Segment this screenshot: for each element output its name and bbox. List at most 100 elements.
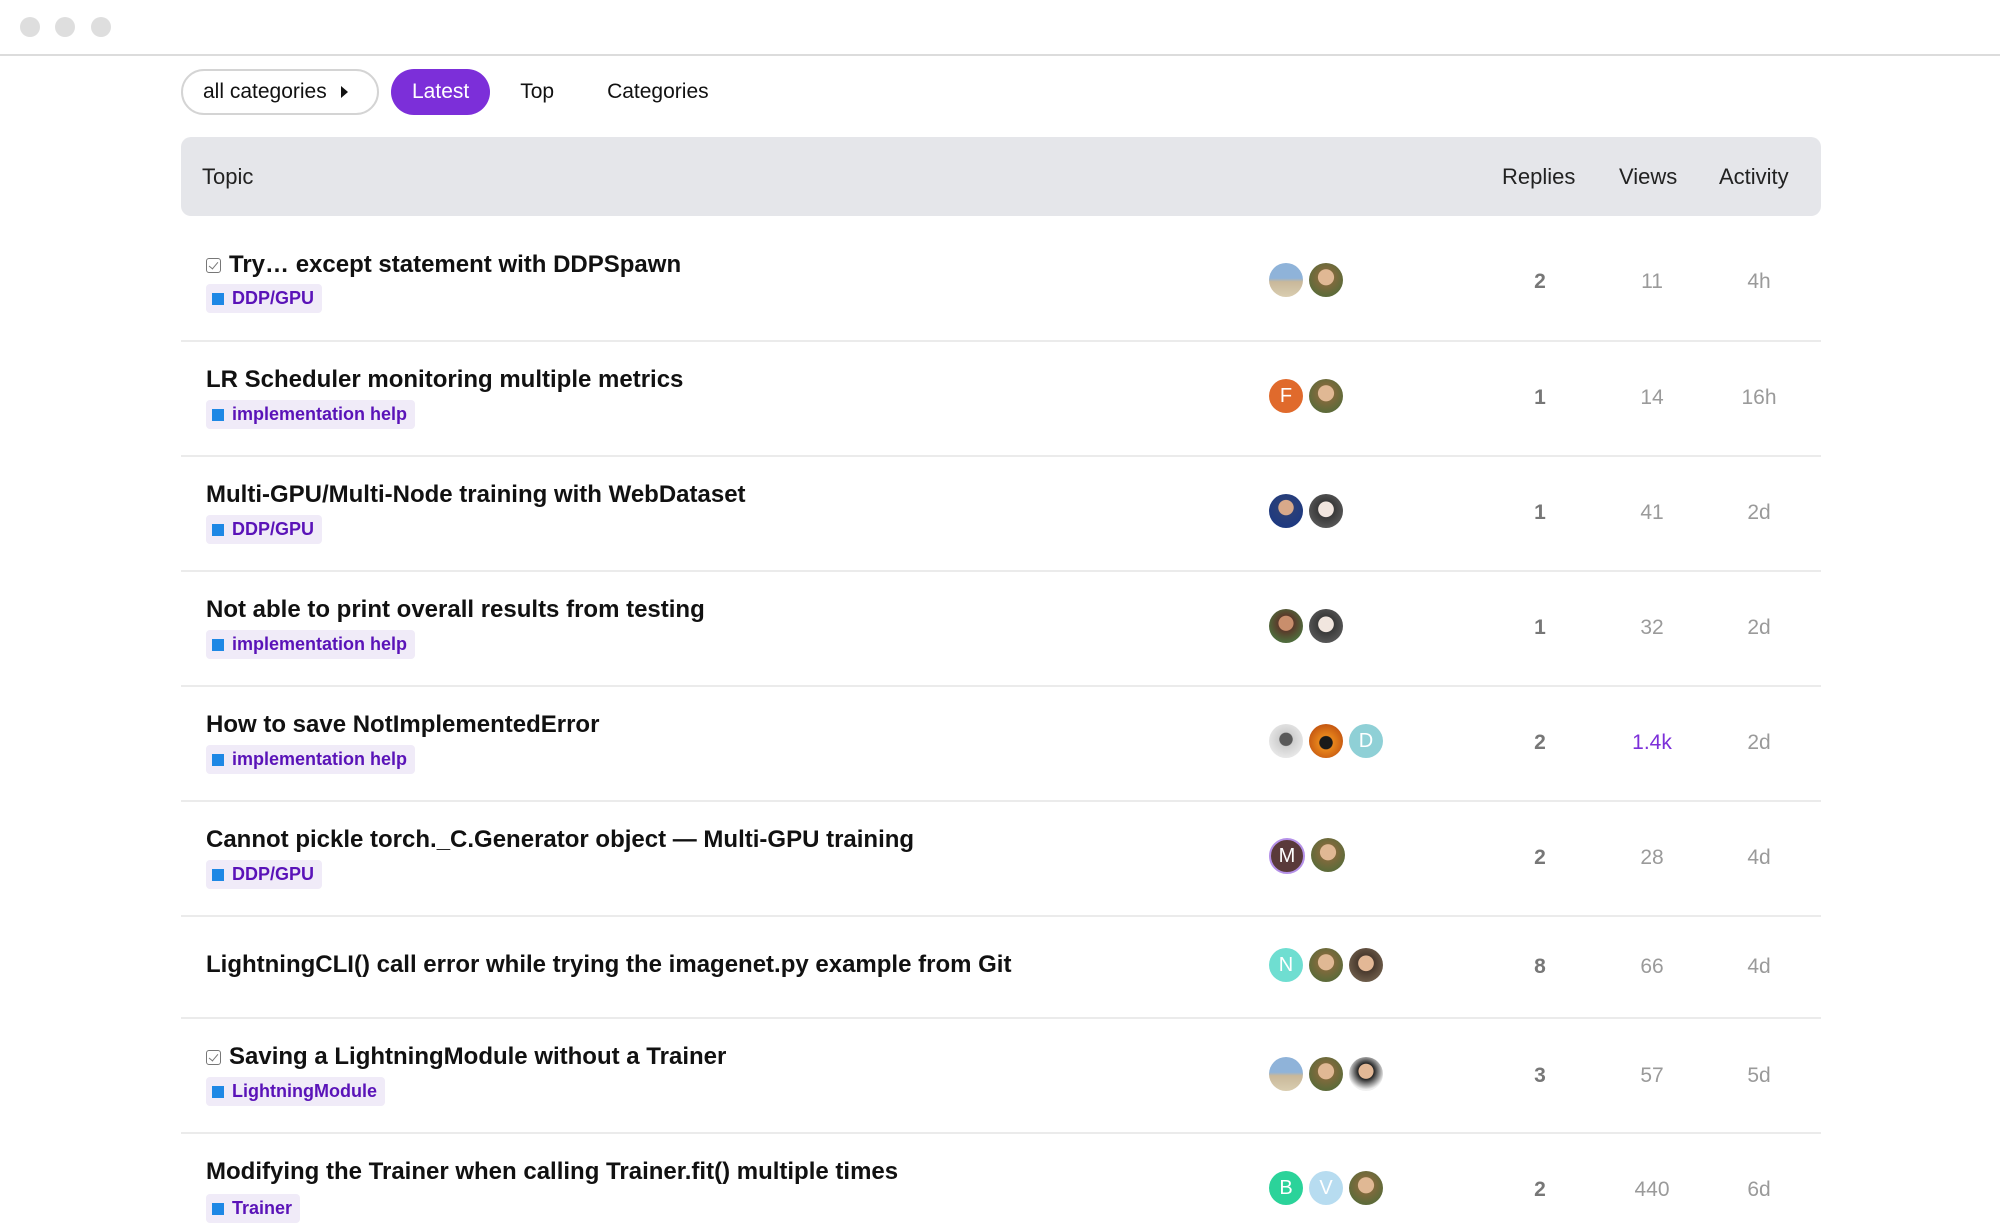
category-badge[interactable]: DDP/GPU <box>206 284 323 313</box>
avatar[interactable] <box>1349 1057 1383 1091</box>
views-count: 14 <box>1640 386 1664 409</box>
poster-avatars: N <box>1269 948 1389 982</box>
header-activity[interactable]: Activity <box>1719 137 1789 216</box>
activity-time[interactable]: 6d <box>1719 1178 1799 1202</box>
tab-categories[interactable]: Categories <box>607 69 709 115</box>
avatar[interactable] <box>1309 1057 1343 1091</box>
avatar[interactable] <box>1309 379 1343 413</box>
activity-time[interactable]: 16h <box>1719 386 1799 410</box>
header-topic[interactable]: Topic <box>202 137 253 216</box>
category-name: DDP/GPU <box>232 519 315 539</box>
avatar-letter: B <box>1279 1176 1293 1199</box>
topic-row: Saving a LightningModule without a Train… <box>181 1019 1821 1134</box>
category-filter-dropdown[interactable]: all categories <box>181 69 379 115</box>
category-square-icon <box>212 1085 224 1098</box>
topic-title-link[interactable]: LR Scheduler monitoring multiple metrics <box>206 366 683 394</box>
avatar-letter: D <box>1358 729 1374 752</box>
views-count: 28 <box>1640 846 1664 869</box>
category-name: implementation help <box>232 749 408 769</box>
header-replies[interactable]: Replies <box>1502 137 1575 216</box>
replies-count: 2 <box>1534 270 1546 293</box>
avatar[interactable] <box>1309 948 1343 982</box>
topic-title: Cannot pickle torch._C.Generator object … <box>206 826 915 853</box>
avatar[interactable] <box>1269 263 1303 297</box>
poster-avatars: D <box>1269 724 1389 758</box>
poster-avatars <box>1269 609 1349 643</box>
activity-time[interactable]: 4d <box>1719 955 1799 979</box>
category-name: Trainer <box>232 1198 293 1218</box>
category-name: implementation help <box>232 404 408 424</box>
category-badge[interactable]: DDP/GPU <box>206 515 323 544</box>
poster-avatars <box>1269 1057 1389 1091</box>
topic-title-link[interactable]: Not able to print overall results from t… <box>206 596 705 624</box>
avatar[interactable]: V <box>1309 1171 1343 1205</box>
views-count: 57 <box>1640 1064 1664 1087</box>
close-window-button[interactable] <box>20 17 40 37</box>
avatar[interactable]: F <box>1269 379 1303 413</box>
header-views[interactable]: Views <box>1619 137 1677 216</box>
category-badge[interactable]: implementation help <box>206 745 416 774</box>
category-badge[interactable]: Trainer <box>206 1194 301 1223</box>
poster-avatars: M <box>1269 838 1351 874</box>
maximize-window-button[interactable] <box>91 17 111 37</box>
avatar[interactable] <box>1349 948 1383 982</box>
activity-time[interactable]: 2d <box>1719 501 1799 525</box>
avatar[interactable] <box>1309 609 1343 643</box>
category-filter-label: all categories <box>203 80 327 103</box>
avatar[interactable] <box>1349 1171 1383 1205</box>
topic-title-link[interactable]: LightningCLI() call error while trying t… <box>206 951 1011 979</box>
activity-time[interactable]: 4d <box>1719 846 1799 870</box>
poster-avatars <box>1269 263 1349 297</box>
avatar[interactable] <box>1269 609 1303 643</box>
tab-top[interactable]: Top <box>520 69 554 115</box>
avatar[interactable] <box>1311 838 1345 872</box>
replies-count: 1 <box>1534 386 1546 409</box>
poster-avatars: B V <box>1269 1171 1389 1205</box>
category-badge[interactable]: implementation help <box>206 400 416 429</box>
activity-time[interactable]: 5d <box>1719 1064 1799 1088</box>
views-count: 41 <box>1640 501 1664 524</box>
category-badge[interactable]: DDP/GPU <box>206 860 323 889</box>
topic-row: Cannot pickle torch._C.Generator object … <box>181 802 1821 917</box>
category-square-icon <box>212 1202 224 1215</box>
avatar[interactable]: M <box>1269 838 1305 874</box>
views-count: 1.4k <box>1632 731 1672 754</box>
topic-row: LightningCLI() call error while trying t… <box>181 917 1821 1019</box>
window-titlebar <box>0 0 2000 56</box>
topic-title-link[interactable]: Modifying the Trainer when calling Train… <box>206 1158 898 1186</box>
topic-row: Multi-GPU/Multi-Node training with WebDa… <box>181 457 1821 572</box>
avatar[interactable] <box>1269 724 1303 758</box>
category-name: implementation help <box>232 634 408 654</box>
poster-avatars: F <box>1269 379 1349 413</box>
avatar[interactable] <box>1269 494 1303 528</box>
solved-check-icon <box>206 1049 221 1065</box>
activity-time[interactable]: 4h <box>1719 270 1799 294</box>
topic-nav: all categories Latest Top Categories <box>181 68 709 116</box>
avatar[interactable] <box>1269 1057 1303 1091</box>
tab-latest[interactable]: Latest <box>391 69 491 115</box>
topic-title-link[interactable]: Cannot pickle torch._C.Generator object … <box>206 826 914 854</box>
topic-title-link[interactable]: Try… except statement with DDPSpawn <box>206 251 681 279</box>
avatar[interactable] <box>1309 724 1343 758</box>
avatar[interactable]: D <box>1349 724 1383 758</box>
avatar[interactable]: N <box>1269 948 1303 982</box>
views-count: 66 <box>1640 955 1664 978</box>
topic-title-link[interactable]: How to save NotImplementedError <box>206 711 599 739</box>
category-badge[interactable]: LightningModule <box>206 1077 385 1106</box>
replies-count: 2 <box>1534 846 1546 869</box>
topic-title-link[interactable]: Multi-GPU/Multi-Node training with WebDa… <box>206 481 746 509</box>
category-badge[interactable]: implementation help <box>206 630 416 659</box>
replies-count: 2 <box>1534 1178 1546 1201</box>
replies-count: 1 <box>1534 501 1546 524</box>
category-square-icon <box>212 408 224 421</box>
topic-title-link[interactable]: Saving a LightningModule without a Train… <box>206 1043 726 1071</box>
minimize-window-button[interactable] <box>55 17 75 37</box>
views-count: 440 <box>1634 1178 1670 1201</box>
avatar[interactable] <box>1309 263 1343 297</box>
avatar[interactable] <box>1309 494 1343 528</box>
category-square-icon <box>212 638 224 651</box>
topic-title: Multi-GPU/Multi-Node training with WebDa… <box>206 481 746 508</box>
activity-time[interactable]: 2d <box>1719 731 1799 755</box>
avatar[interactable]: B <box>1269 1171 1303 1205</box>
activity-time[interactable]: 2d <box>1719 616 1799 640</box>
